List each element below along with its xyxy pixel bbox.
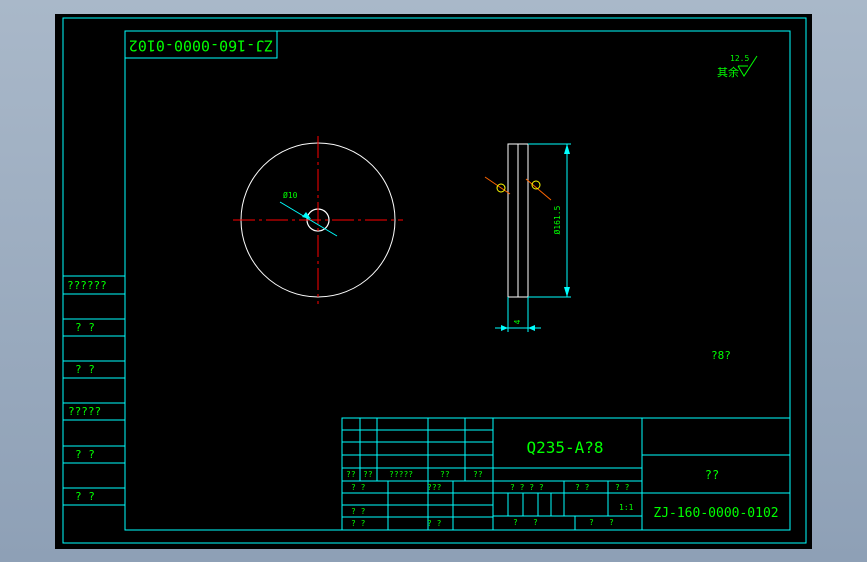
scale-value: 1:1 xyxy=(619,503,634,512)
surface-finish-label: 其余 xyxy=(717,65,739,79)
rev-label-3: ????? xyxy=(389,470,413,479)
rev-label-4: ?? xyxy=(440,470,450,479)
width-arrow-left xyxy=(501,325,508,331)
title-block: Q235-A?8 ?? ZJ-160-0000-0102 ?? ?? ?????… xyxy=(341,417,791,531)
weld-symbol-right xyxy=(525,178,552,201)
height-dimension: Ø161.5 xyxy=(552,205,562,234)
sign-label-5: ? ? xyxy=(427,519,442,528)
height-arrow-bottom xyxy=(564,287,570,297)
rev-label-5: ?? xyxy=(473,470,483,479)
material-text: Q235-A?8 xyxy=(526,438,603,457)
left-label-6: ? ? xyxy=(75,490,95,503)
outer-border xyxy=(62,17,807,544)
sign-label-2: ??? xyxy=(427,483,442,492)
side-view: Ø161.5 4 xyxy=(484,143,571,332)
sheet-label-2: ? xyxy=(533,518,538,527)
left-label-1: ?????? xyxy=(67,279,107,292)
sign-label-3: ? ? xyxy=(351,507,366,516)
note-text: ?8? xyxy=(711,349,731,362)
left-column-table: ?????? ? ? ? ? ????? ? ? ? ? xyxy=(63,275,125,506)
sheet-label-1: ? xyxy=(513,518,518,527)
surface-finish-symbol: 其余 12.5 xyxy=(717,54,758,79)
rev-label-1: ?? xyxy=(346,470,356,479)
drawing-number-text: ZJ-160-0000-0102 xyxy=(653,506,778,521)
left-label-4: ????? xyxy=(68,405,101,418)
hole-dimension: Ø10 xyxy=(283,190,298,200)
surface-finish-value: 12.5 xyxy=(730,54,749,63)
left-label-3: ? ? xyxy=(75,363,95,376)
left-label-5: ? ? xyxy=(75,448,95,461)
scale-label: ? ? xyxy=(615,483,630,492)
width-arrow-right xyxy=(528,325,535,331)
cad-viewport[interactable]: ZJ-160-0000-0102 其余 12.5 Ø10 Ø161.5 4 ?8… xyxy=(55,14,812,549)
width-dimension: 4 xyxy=(513,319,522,324)
weight-label: ? ? xyxy=(575,483,590,492)
weld-symbol-left xyxy=(484,176,511,195)
rev-label-2: ?? xyxy=(363,470,373,479)
left-label-2: ? ? xyxy=(75,321,95,334)
front-view: Ø10 xyxy=(233,136,403,304)
sign-label-1: ? ? xyxy=(351,483,366,492)
height-arrow-top xyxy=(564,144,570,154)
stage-label: ? ? ? ? xyxy=(510,483,544,492)
sheet-label-3: ? xyxy=(589,518,594,527)
sheet-label-4: ? xyxy=(609,518,614,527)
part-name-text: ?? xyxy=(705,468,719,482)
drawing-canvas: ZJ-160-0000-0102 其余 12.5 Ø10 Ø161.5 4 ?8… xyxy=(62,17,807,544)
sign-label-4: ? ? xyxy=(351,519,366,528)
rotated-drawing-number: ZJ-160-0000-0102 xyxy=(129,37,274,55)
